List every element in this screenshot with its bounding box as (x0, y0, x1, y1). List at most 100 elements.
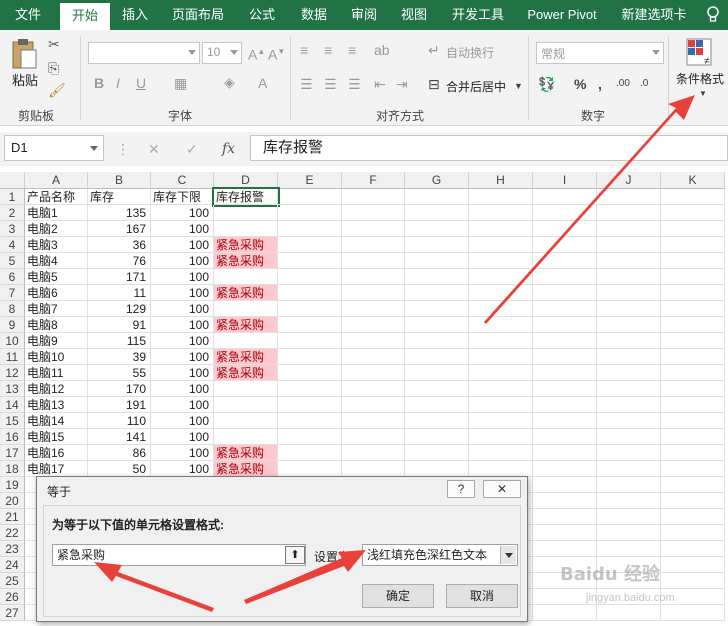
cell-g9[interactable] (405, 317, 469, 333)
cell-g8[interactable] (405, 301, 469, 317)
row-header[interactable]: 9 (0, 317, 25, 333)
copy-icon[interactable]: ⎘ (48, 60, 59, 76)
cell-e5[interactable] (278, 253, 342, 269)
row-header[interactable]: 2 (0, 205, 25, 221)
cell-k7[interactable] (661, 285, 725, 301)
row-header[interactable]: 27 (0, 605, 25, 621)
cell-a2[interactable]: 电脑1 (25, 205, 88, 221)
cell-d1[interactable]: 库存报警 (212, 187, 280, 207)
cell-i9[interactable] (533, 317, 597, 333)
cell-a6[interactable]: 电脑5 (25, 269, 88, 285)
cell-j4[interactable] (597, 237, 661, 253)
cell-d7[interactable]: 紧急采购 (214, 285, 278, 301)
cell-e18[interactable] (278, 461, 342, 477)
cell-b9[interactable]: 91 (88, 317, 151, 333)
cell-j2[interactable] (597, 205, 661, 221)
cell-k18[interactable] (661, 461, 725, 477)
cell-k20[interactable] (661, 493, 725, 509)
cell-k6[interactable] (661, 269, 725, 285)
cell-j6[interactable] (597, 269, 661, 285)
cell-i2[interactable] (533, 205, 597, 221)
cell-g17[interactable] (405, 445, 469, 461)
row-header[interactable]: 6 (0, 269, 25, 285)
cut-icon[interactable]: ✂ (48, 36, 60, 52)
cell-c10[interactable]: 100 (151, 333, 214, 349)
chevron-down-icon[interactable]: ▼ (699, 86, 707, 102)
cell-c12[interactable]: 100 (151, 365, 214, 381)
cell-a15[interactable]: 电脑14 (25, 413, 88, 429)
row-header[interactable]: 25 (0, 573, 25, 589)
merge-center-icon[interactable]: ⊟ (428, 76, 440, 92)
cell-k14[interactable] (661, 397, 725, 413)
cell-a18[interactable]: 电脑17 (25, 461, 88, 477)
cell-i7[interactable] (533, 285, 597, 301)
cell-h11[interactable] (469, 349, 533, 365)
cell-k21[interactable] (661, 509, 725, 525)
cell-j8[interactable] (597, 301, 661, 317)
row-header[interactable]: 22 (0, 525, 25, 541)
row-header[interactable]: 10 (0, 333, 25, 349)
cell-j15[interactable] (597, 413, 661, 429)
cell-c15[interactable]: 100 (151, 413, 214, 429)
row-header[interactable]: 20 (0, 493, 25, 509)
cell-a8[interactable]: 电脑7 (25, 301, 88, 317)
formula-input[interactable]: 库存报警 (250, 135, 728, 161)
tab-power-pivot[interactable]: Power Pivot (520, 0, 604, 30)
cell-k16[interactable] (661, 429, 725, 445)
cell-h13[interactable] (469, 381, 533, 397)
cell-c13[interactable]: 100 (151, 381, 214, 397)
increase-indent-icon[interactable]: ⇥ (396, 76, 408, 92)
cell-g12[interactable] (405, 365, 469, 381)
row-header[interactable]: 5 (0, 253, 25, 269)
cell-d5[interactable]: 紧急采购 (214, 253, 278, 269)
cell-h4[interactable] (469, 237, 533, 253)
cell-h10[interactable] (469, 333, 533, 349)
cell-k2[interactable] (661, 205, 725, 221)
cell-e15[interactable] (278, 413, 342, 429)
cell-j1[interactable] (597, 189, 661, 205)
italic-icon[interactable]: I (116, 75, 120, 91)
cell-b6[interactable]: 171 (88, 269, 151, 285)
cell-g3[interactable] (405, 221, 469, 237)
increase-decimal-icon[interactable]: .00 (616, 76, 630, 92)
cell-j10[interactable] (597, 333, 661, 349)
cell-j27[interactable] (597, 605, 661, 621)
cell-c16[interactable]: 100 (151, 429, 214, 445)
cell-d18[interactable]: 紧急采购 (214, 461, 278, 477)
cell-b15[interactable]: 110 (88, 413, 151, 429)
cell-e9[interactable] (278, 317, 342, 333)
cell-h18[interactable] (469, 461, 533, 477)
cell-k22[interactable] (661, 525, 725, 541)
cell-k9[interactable] (661, 317, 725, 333)
cell-d12[interactable]: 紧急采购 (214, 365, 278, 381)
cell-c18[interactable]: 100 (151, 461, 214, 477)
cell-e2[interactable] (278, 205, 342, 221)
cell-f6[interactable] (342, 269, 405, 285)
cell-g6[interactable] (405, 269, 469, 285)
cell-a11[interactable]: 电脑10 (25, 349, 88, 365)
cell-k13[interactable] (661, 381, 725, 397)
cell-i3[interactable] (533, 221, 597, 237)
wrap-text-icon[interactable]: ↵ (428, 42, 440, 58)
cell-d17[interactable]: 紧急采购 (214, 445, 278, 461)
cell-k19[interactable] (661, 477, 725, 493)
border-icon[interactable]: ▦ (174, 75, 187, 91)
cell-i18[interactable] (533, 461, 597, 477)
cell-b4[interactable]: 36 (88, 237, 151, 253)
chevron-down-icon[interactable] (500, 546, 516, 564)
cell-j18[interactable] (597, 461, 661, 477)
conditional-formatting-label[interactable]: 条件格式 (676, 70, 724, 87)
cell-k12[interactable] (661, 365, 725, 381)
cell-b11[interactable]: 39 (88, 349, 151, 365)
cell-k1[interactable] (661, 189, 725, 205)
cell-k8[interactable] (661, 301, 725, 317)
cell-h2[interactable] (469, 205, 533, 221)
cell-e16[interactable] (278, 429, 342, 445)
cell-h1[interactable] (469, 189, 533, 205)
cell-g16[interactable] (405, 429, 469, 445)
grow-font-icon[interactable]: A▲ (248, 44, 265, 63)
row-header[interactable]: 24 (0, 557, 25, 573)
row-header[interactable]: 4 (0, 237, 25, 253)
cell-i4[interactable] (533, 237, 597, 253)
cell-k27[interactable] (661, 605, 725, 621)
